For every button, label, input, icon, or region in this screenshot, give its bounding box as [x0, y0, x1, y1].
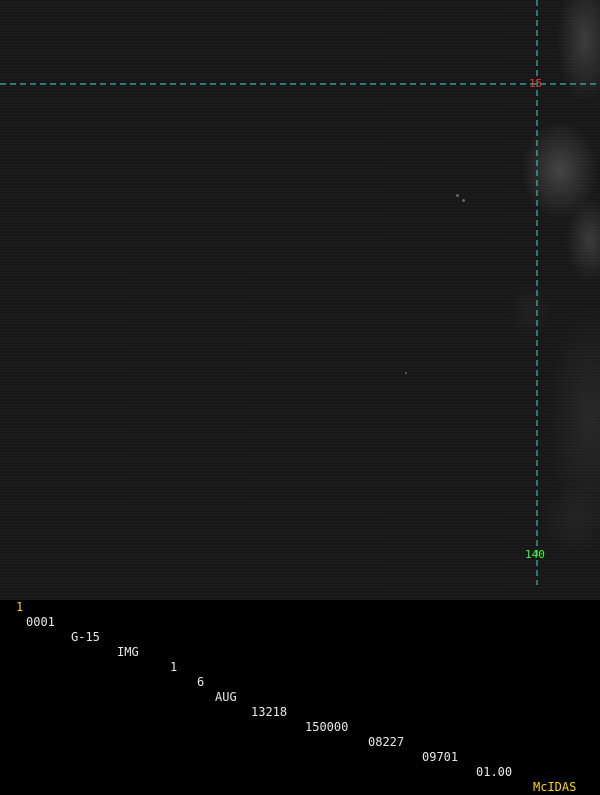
mcidas-brand: McIDAS [533, 780, 577, 794]
lat-lon-grid [0, 0, 600, 585]
longitude-label: 140 [525, 548, 545, 561]
satellite-name: G-15 [71, 630, 100, 644]
resolution: 01.00 [476, 765, 513, 779]
status-bar: 1 0001 G-15 IMG 1 6 AUG 13218 150000 082… [0, 585, 600, 794]
frame-number: 1 [16, 600, 24, 614]
image-time: 150000 [305, 720, 349, 734]
month: AUG [215, 690, 237, 704]
line-coord: 08227 [368, 735, 405, 749]
day: 6 [197, 675, 205, 689]
latitude-label: 15 [529, 77, 543, 90]
julian-date: 13218 [251, 705, 288, 719]
band-number: 1 [170, 660, 178, 674]
element-coord: 09701 [422, 750, 459, 764]
area-number: 0001 [26, 615, 55, 629]
image-type: IMG [117, 645, 139, 659]
